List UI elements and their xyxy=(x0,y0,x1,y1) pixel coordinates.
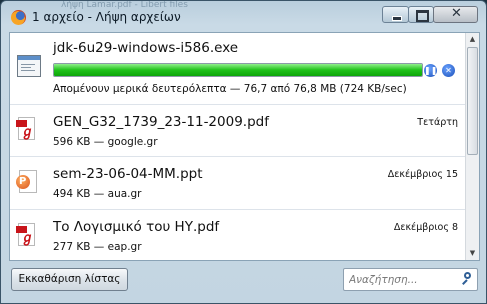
download-filename: GEN_G32_1739_23-11-2009.pdf xyxy=(53,114,269,130)
download-filename: Το Λογισμικό του ΗΥ.pdf xyxy=(53,219,220,235)
window-title: 1 αρχείο - Λήψη αρχείων xyxy=(32,10,181,24)
download-item[interactable]: ℊ Το Λογισμικό του ΗΥ.pdf 277 KB — eap.g… xyxy=(10,210,466,260)
maximize-icon xyxy=(416,10,429,22)
download-item-active[interactable]: jdk-6u29-windows-i586.exe ❚❚ ✕ Απομένουν… xyxy=(10,33,466,105)
download-date: Τετάρτη xyxy=(417,117,458,128)
scrollbar-thumb[interactable] xyxy=(467,47,478,155)
close-icon: ✕ xyxy=(451,6,462,21)
firefox-icon xyxy=(11,10,26,25)
download-meta: 277 KB — eap.gr xyxy=(53,241,142,253)
exe-file-icon xyxy=(17,55,41,77)
download-progress-fill xyxy=(54,64,422,76)
downloads-list[interactable]: jdk-6u29-windows-i586.exe ❚❚ ✕ Απομένουν… xyxy=(9,32,480,261)
downloads-window: λήψη Lamar.pdf - Libert files 1 αρχείο -… xyxy=(0,0,487,304)
search-icon[interactable] xyxy=(461,272,472,285)
pause-button[interactable]: ❚❚ xyxy=(424,64,437,77)
download-meta: 494 KB — aua.gr xyxy=(53,188,142,200)
download-filename: jdk-6u29-windows-i586.exe xyxy=(53,40,239,56)
search-input[interactable] xyxy=(349,271,457,288)
close-window-button[interactable]: ✕ xyxy=(433,6,478,23)
search-box[interactable] xyxy=(343,268,478,291)
download-meta: 596 KB — google.gr xyxy=(53,136,158,148)
cancel-download-button[interactable]: ✕ xyxy=(442,64,455,77)
download-progress-bar xyxy=(53,63,423,77)
download-date: Δεκέμβριος 8 xyxy=(393,222,458,233)
minimize-button[interactable] xyxy=(382,6,409,23)
maximize-button[interactable] xyxy=(408,6,434,23)
download-item[interactable]: P sem-23-06-04-MM.ppt 494 KB — aua.gr Δε… xyxy=(10,157,466,210)
vertical-scrollbar[interactable]: ▲ ▼ xyxy=(465,33,479,260)
pdf-file-icon: ℊ xyxy=(16,117,36,141)
scroll-down-icon[interactable]: ▼ xyxy=(466,247,479,260)
download-status: Απομένουν μερικά δευτερόλεπτα — 76,7 από… xyxy=(53,83,407,95)
download-date: Δεκέμβριος 15 xyxy=(387,169,458,180)
minimize-icon xyxy=(392,16,402,21)
pdf-file-icon: ℊ xyxy=(16,223,36,247)
clear-list-button[interactable]: Εκκαθάριση λίστας xyxy=(11,268,128,291)
scroll-up-icon[interactable]: ▲ xyxy=(466,33,479,46)
title-bar[interactable]: 1 αρχείο - Λήψη αρχείων ✕ xyxy=(1,1,486,33)
download-item[interactable]: ℊ GEN_G32_1739_23-11-2009.pdf 596 KB — g… xyxy=(10,105,466,157)
ppt-file-icon: P xyxy=(16,170,38,194)
download-filename: sem-23-06-04-MM.ppt xyxy=(53,166,203,182)
